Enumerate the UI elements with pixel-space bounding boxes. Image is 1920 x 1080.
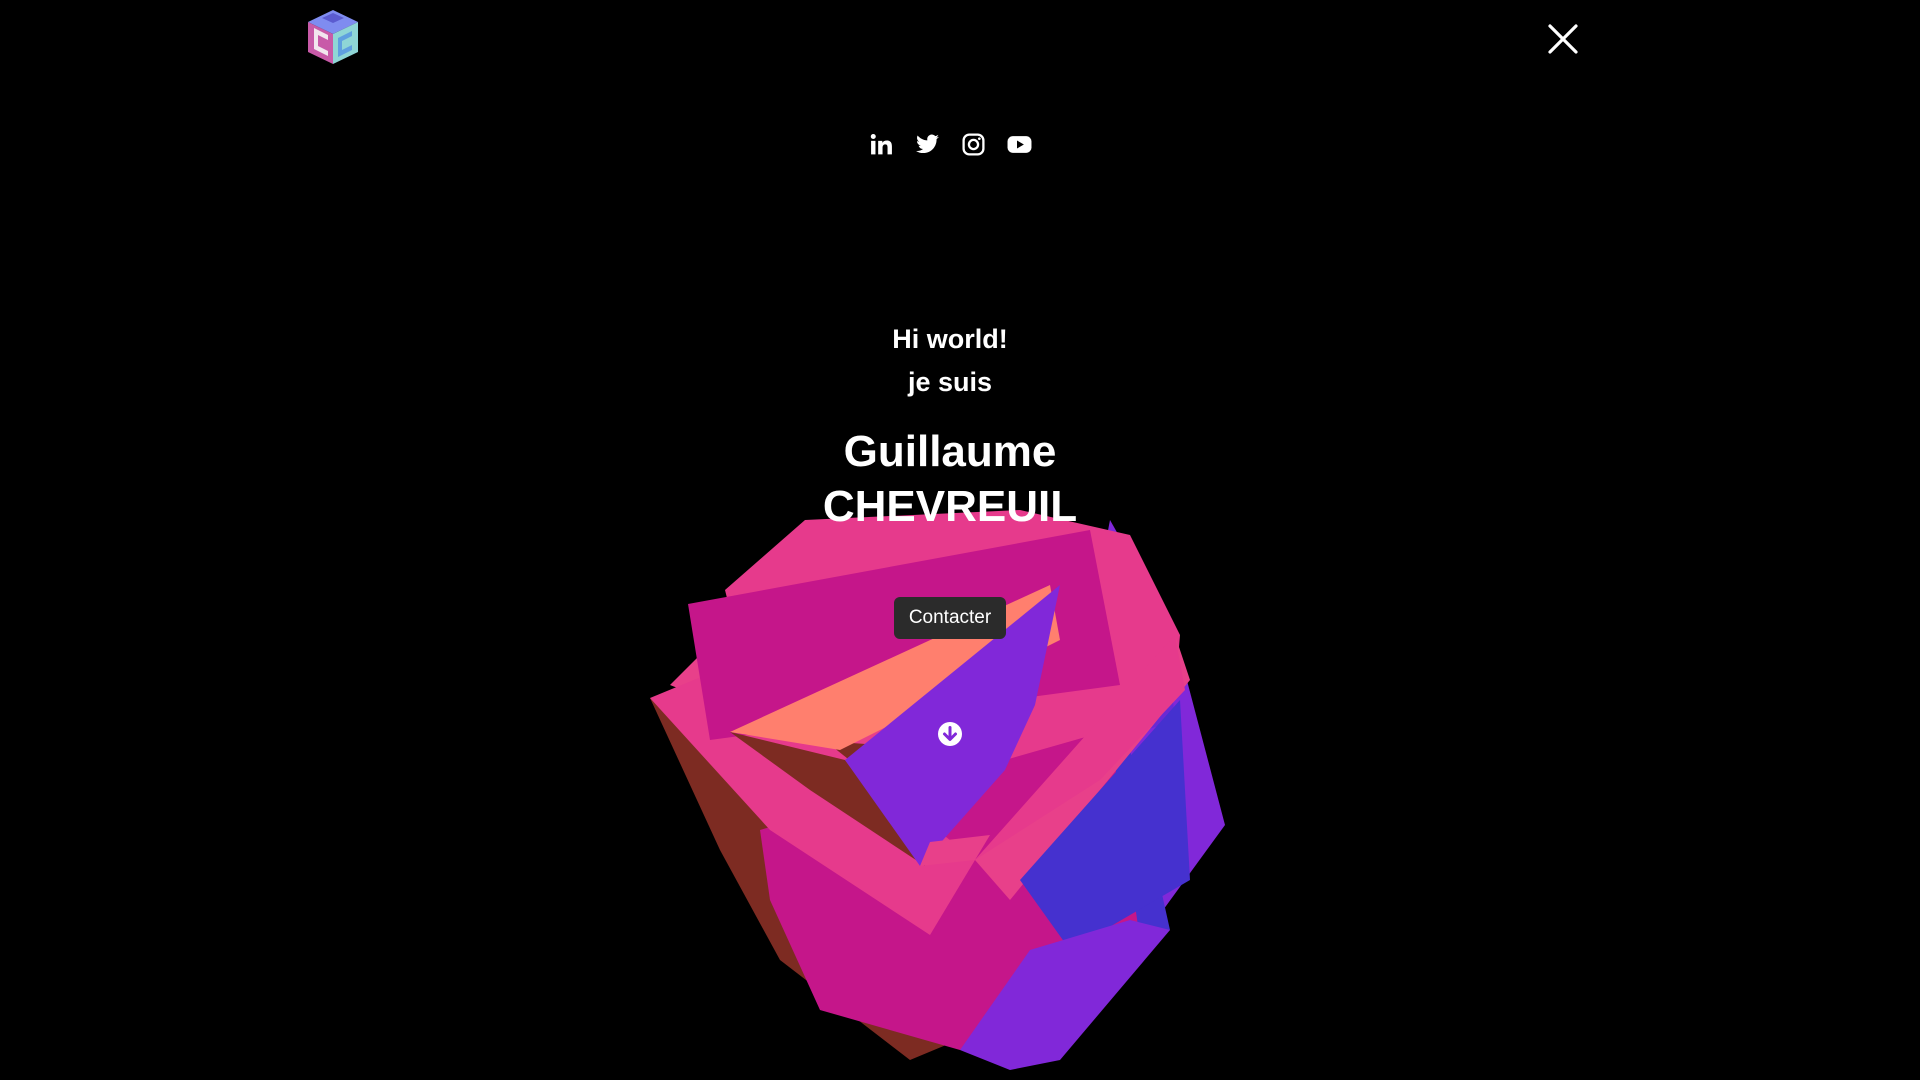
site-logo[interactable] bbox=[302, 6, 364, 68]
instagram-icon bbox=[961, 133, 985, 156]
linkedin-icon bbox=[870, 133, 892, 155]
contact-button[interactable]: Contacter bbox=[893, 597, 1007, 639]
last-name: CHEVREUIL bbox=[822, 482, 1078, 531]
polyhedron-illustration bbox=[650, 510, 1225, 1070]
hero-name: Guillaume CHEVREUIL bbox=[0, 424, 1900, 534]
instagram-link[interactable] bbox=[961, 132, 986, 157]
gc-cube-logo-icon bbox=[308, 10, 358, 64]
linkedin-link[interactable] bbox=[869, 132, 894, 157]
contact-wrapper: Contacter bbox=[0, 597, 1900, 639]
arrow-down-circle-icon bbox=[938, 722, 962, 746]
social-links bbox=[0, 132, 1900, 157]
close-button[interactable] bbox=[1546, 22, 1580, 56]
youtube-icon bbox=[1007, 136, 1031, 153]
first-name: Guillaume bbox=[843, 427, 1057, 476]
greeting-line-1: Hi world! bbox=[892, 324, 1008, 354]
page: Hi world! je suis Guillaume CHEVREUIL Co… bbox=[0, 0, 1920, 1080]
3d-cube-shape bbox=[630, 450, 1250, 1070]
twitter-icon bbox=[915, 134, 939, 154]
scroll-down-button[interactable] bbox=[937, 721, 963, 747]
youtube-link[interactable] bbox=[1007, 132, 1032, 157]
close-icon bbox=[1548, 24, 1578, 54]
greeting-line-2: je suis bbox=[907, 367, 993, 397]
hero-section: Hi world! je suis Guillaume CHEVREUIL bbox=[0, 318, 1900, 534]
twitter-link[interactable] bbox=[915, 132, 940, 157]
